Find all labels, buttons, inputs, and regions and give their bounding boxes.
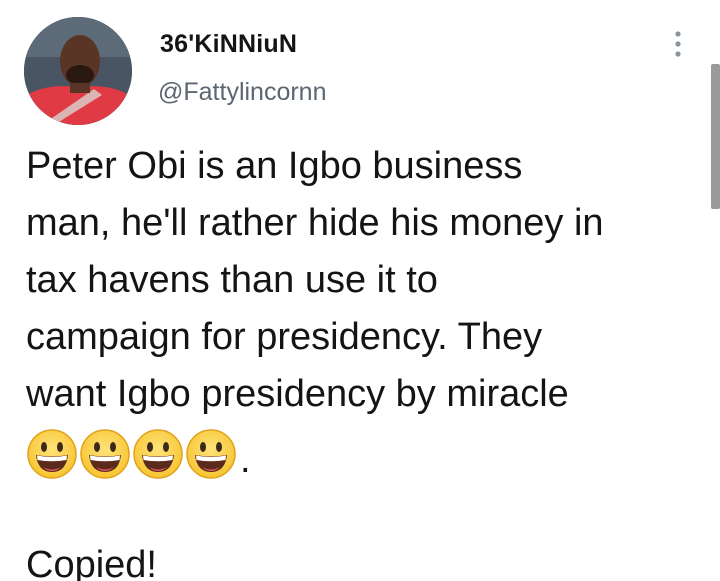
avatar[interactable] <box>24 17 132 125</box>
grinning-face-emoji-icon <box>26 428 78 480</box>
grinning-face-emoji-icon <box>79 428 131 480</box>
tweet-line: campaign for presidency. They <box>26 316 543 358</box>
tweet-line: Peter Obi is an Igbo business <box>26 145 523 187</box>
profile-photo-avatar-icon <box>24 17 132 125</box>
scrollbar[interactable] <box>711 64 720 209</box>
emoji-trailing-punctuation: . <box>240 439 251 481</box>
grinning-face-emoji-icon <box>185 428 237 480</box>
tweet-text: Peter Obi is an Igbo business man, he'll… <box>26 138 706 581</box>
emoji-row: . <box>26 423 706 480</box>
tweet-footer: Copied! <box>26 544 157 581</box>
tweet-card: 36'KiNNiuN @Fattylincornn Peter Obi is a… <box>0 0 720 581</box>
tweet-line: tax havens than use it to <box>26 259 438 301</box>
grinning-face-emoji-icon <box>132 428 184 480</box>
tweet-line: want Igbo presidency by miracle <box>26 373 569 415</box>
tweet-line: man, he'll rather hide his money in <box>26 202 604 244</box>
user-handle[interactable]: @Fattylincornn <box>158 78 327 107</box>
more-vertical-icon[interactable] <box>666 28 690 60</box>
display-name[interactable]: 36'KiNNiuN <box>160 30 297 59</box>
